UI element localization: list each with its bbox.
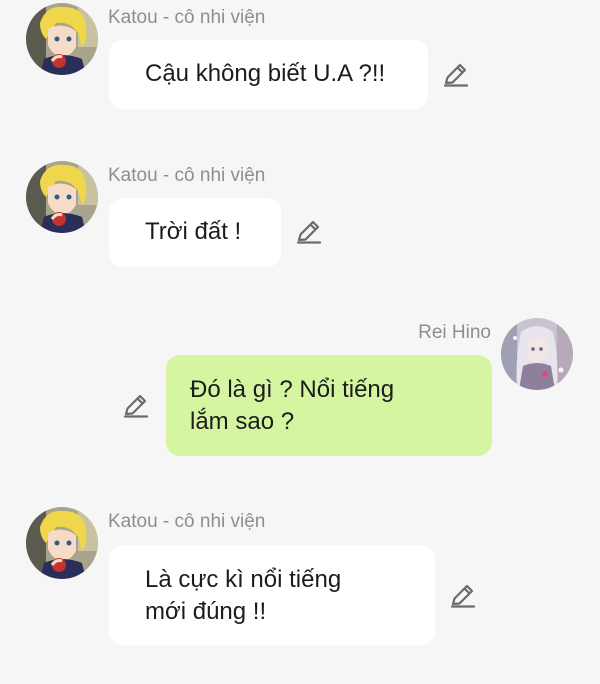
message-text: Là cực kì nổi tiếng mới đúng !! bbox=[145, 566, 342, 625]
sender-name: Katou - cô nhi viện bbox=[108, 511, 266, 532]
pencil-edit-icon[interactable] bbox=[448, 580, 478, 610]
message-bubble[interactable]: Là cực kì nổi tiếng mới đúng !! bbox=[109, 545, 435, 645]
katou-avatar[interactable] bbox=[26, 507, 98, 579]
message-4: Katou - cô nhi viện Là cực kì nổi tiếng … bbox=[0, 0, 600, 684]
